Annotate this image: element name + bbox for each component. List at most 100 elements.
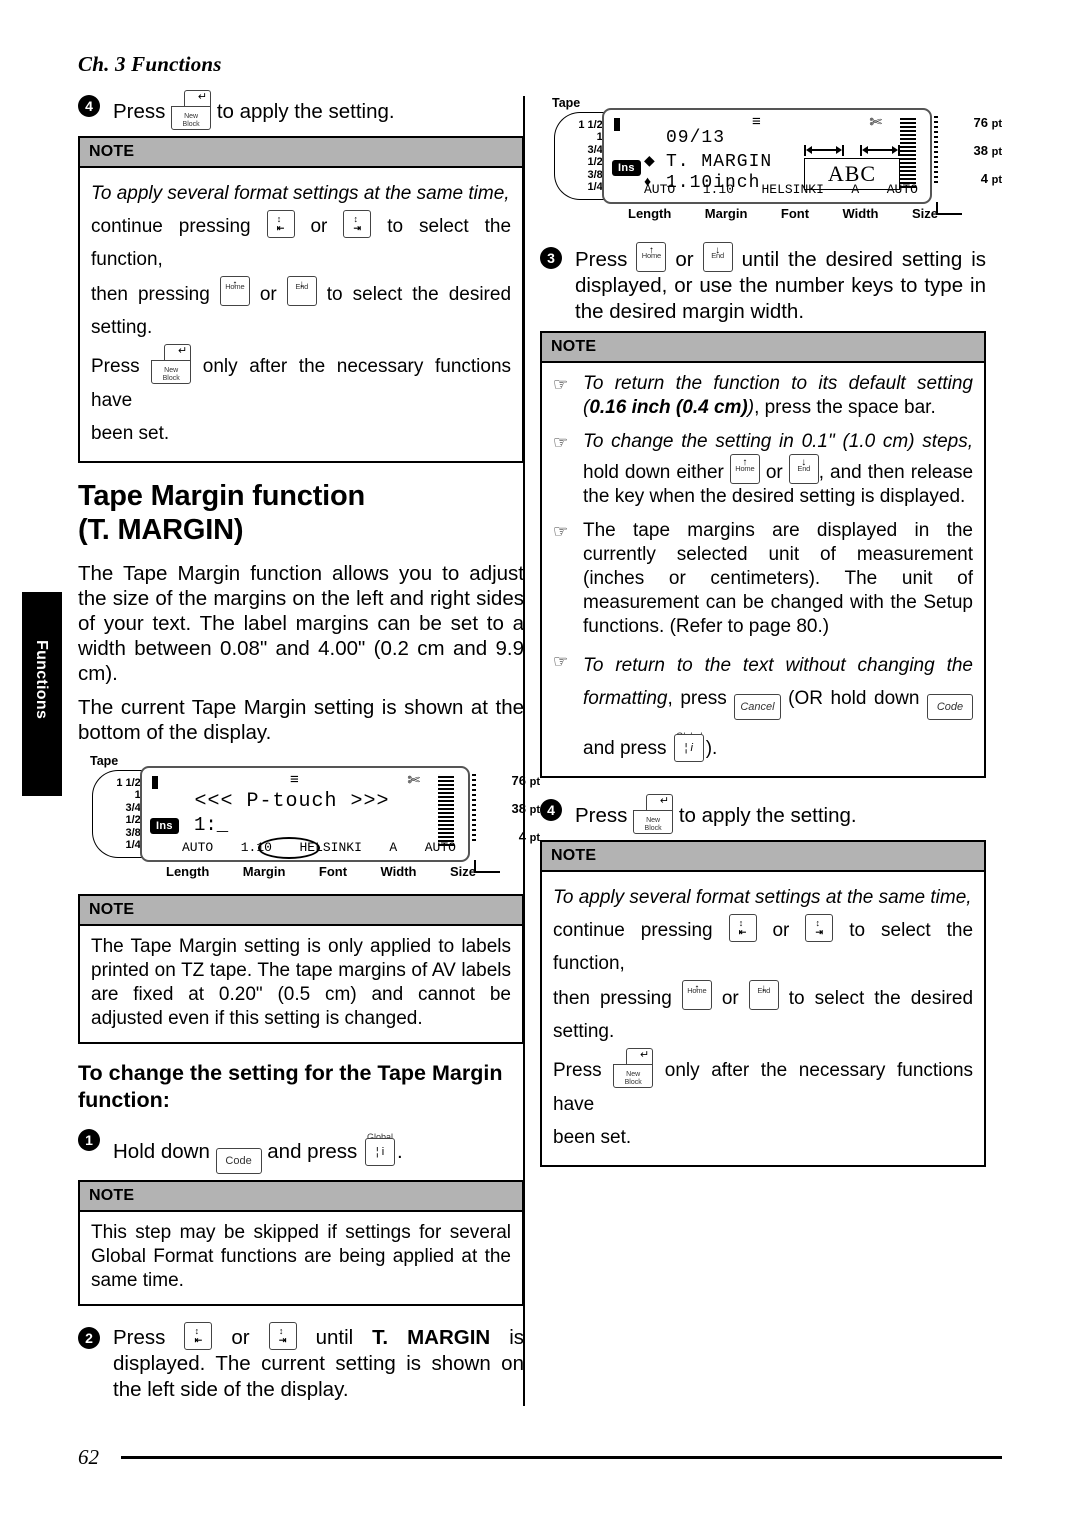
step-bullet: 4 <box>540 799 562 821</box>
note-item: ☞ To return to the text without changing… <box>553 649 973 765</box>
global-key-glyphs: ¦ i <box>684 741 693 754</box>
step-text: Press ↵ New Block to apply the setting. <box>113 90 524 130</box>
field-label-font: Font <box>318 864 348 879</box>
step-bullet: 3 <box>540 247 562 269</box>
global-key[interactable]: Global ¦ i <box>363 1124 397 1166</box>
size-value: 76 <box>973 115 988 130</box>
home-key[interactable]: ↑ Home <box>219 276 250 306</box>
pointing-hand-icon: ☞ <box>553 433 569 452</box>
home-key-label: Home <box>225 282 245 291</box>
new-block-key-label: New Block <box>644 817 662 832</box>
note-text-part: (OR hold down <box>788 688 920 709</box>
note-text: then pressing <box>553 988 672 1009</box>
lcd-function-name: T. MARGIN <box>666 152 773 172</box>
note-item-text: The tape margins are displayed in the cu… <box>583 520 973 637</box>
note-text: or <box>772 920 790 941</box>
global-key-glyphs: ¦ i <box>375 1146 385 1158</box>
lcd-field-labels: Length Margin Font Width Size <box>166 864 476 879</box>
end-key[interactable]: ↓ End <box>286 276 317 306</box>
code-key[interactable]: Code <box>215 1148 262 1174</box>
note-text: or <box>259 284 277 305</box>
page-title-line2: (T. MARGIN) <box>78 514 244 546</box>
function-name-bold: T. MARGIN <box>372 1326 491 1349</box>
note-text-roman: hold down either ↑ Home or ↓ End, and then… <box>583 454 973 507</box>
note-header: NOTE <box>542 842 984 872</box>
field-label-font: Font <box>780 206 810 221</box>
new-block-key[interactable]: ↵ New Block <box>171 90 212 130</box>
right-step-4: 4 Press ↵ New Block to apply the setting. <box>540 794 986 834</box>
note-text: then pressing <box>91 284 210 305</box>
status-size: AUTO <box>886 182 918 197</box>
end-key-label: End <box>757 986 771 995</box>
right-margin-arrow <box>860 144 900 156</box>
right-function-key[interactable]: ↕ ⇥ <box>805 914 834 942</box>
note-apply-settings: NOTE To apply several format settings at… <box>540 840 986 1167</box>
new-block-key[interactable]: ↵ New Block <box>613 1048 654 1088</box>
right-column: Tape 1 1/2" 1" 3/4" 1/2" 3/8" 1/4" ≡ ✄ I… <box>540 90 1002 1183</box>
running-head: Ch. 3 Functions <box>78 52 222 76</box>
size-value: 38 <box>511 801 526 816</box>
home-key-label: Home <box>641 251 661 260</box>
footer-rule <box>121 1456 1002 1459</box>
note-text: continue pressing <box>91 216 251 237</box>
size-value: 76 <box>511 773 526 788</box>
intro-paragraph-1: The Tape Margin function allows you to a… <box>78 562 524 685</box>
enter-arrow-icon: ↵ <box>197 91 208 103</box>
lcd-diagram-text-mode: Tape 1 1/2" 1" 3/4" 1/2" 3/8" 1/4" ≡ ✄ I… <box>78 754 540 882</box>
end-key[interactable]: ↓ End <box>788 454 819 484</box>
field-label-width: Width <box>842 206 879 221</box>
size-unit: pt <box>991 146 1002 158</box>
new-block-key[interactable]: ↵ New Block <box>633 794 674 834</box>
step-text-before: Press <box>575 804 628 827</box>
field-label-length: Length <box>628 206 672 221</box>
page-number: 62 <box>78 1445 99 1469</box>
note-body: This step may be skipped if settings for… <box>80 1212 522 1304</box>
end-key[interactable]: ↓ End <box>748 980 779 1010</box>
size-label-leader-line <box>936 202 962 215</box>
note-header: NOTE <box>80 1182 522 1212</box>
left-function-key[interactable]: ↕ ⇤ <box>266 210 295 238</box>
new-block-key[interactable]: ↵ New Block <box>151 344 192 384</box>
note-line-3: then pressing ↑ Home or ↓ End to select th… <box>91 276 511 344</box>
note-margin-tips: NOTE ☞ To return the function to its def… <box>540 331 986 778</box>
left-function-key[interactable]: ↕ ⇤ <box>184 1322 213 1350</box>
note-text-part: , press <box>667 688 727 709</box>
tape-label: Tape <box>552 96 581 110</box>
status-length: AUTO <box>644 182 676 197</box>
new-block-key-label: New Block <box>624 1071 642 1086</box>
note-body: ☞ To return the function to its default … <box>542 363 984 776</box>
right-function-key[interactable]: ↕ ⇥ <box>343 210 372 238</box>
step-text-after: to apply the setting. <box>678 804 857 827</box>
right-function-key[interactable]: ↕ ⇥ <box>268 1322 297 1350</box>
note-text: continue pressing <box>553 920 713 941</box>
end-key-label: End <box>797 464 811 473</box>
default-value-bold: 0.16 inch (0.4 cm) <box>589 397 748 418</box>
new-block-key-label: New Block <box>162 367 180 382</box>
lcd-screen: ≡ ✄ Ins <<< P-touch >>> 1:_ AUTO 1.10 HE… <box>140 766 470 862</box>
page-footer: 62 <box>78 1445 1002 1470</box>
end-key-label: End <box>711 251 724 260</box>
home-key[interactable]: ↑ Home <box>729 454 760 484</box>
size-label: 38 pt <box>974 143 1002 158</box>
right-function-key-glyph: ↕ ⇥ <box>278 1326 287 1345</box>
side-tab-functions: Functions <box>22 592 62 796</box>
lcd-screen: ≡ ✄ Ins 09/13 ◆ T. MARGIN ♦ 1.10inch ABC… <box>602 108 932 204</box>
step-text-before: Press <box>113 100 166 123</box>
code-key[interactable]: Code <box>927 694 973 720</box>
cancel-key[interactable]: Cancel <box>734 694 781 720</box>
step-bullet: 2 <box>78 1327 100 1349</box>
note-line-5: been set. <box>553 1127 632 1148</box>
home-key[interactable]: ↑ Home <box>681 980 712 1010</box>
left-function-key[interactable]: ↕ ⇤ <box>728 914 757 942</box>
new-block-key-label: New Block <box>182 113 200 128</box>
home-key[interactable]: ↑ Home <box>636 242 667 272</box>
note-tz-tape: NOTE The Tape Margin setting is only app… <box>78 894 524 1044</box>
scissors-icon: ✄ <box>869 114 882 131</box>
note-line-1: To apply several format settings at the … <box>91 183 510 204</box>
step-text-a: Press <box>113 1326 166 1349</box>
step-text: Press ↵ New Block to apply the setting. <box>575 794 986 834</box>
note-line-2: continue pressing ↕ ⇤ or ↕ ⇥ to select the… <box>91 210 511 276</box>
status-font: HELSINKI <box>761 182 824 197</box>
global-key[interactable]: Global ¦ i <box>672 720 706 762</box>
end-key[interactable]: ↓ End <box>702 242 733 272</box>
